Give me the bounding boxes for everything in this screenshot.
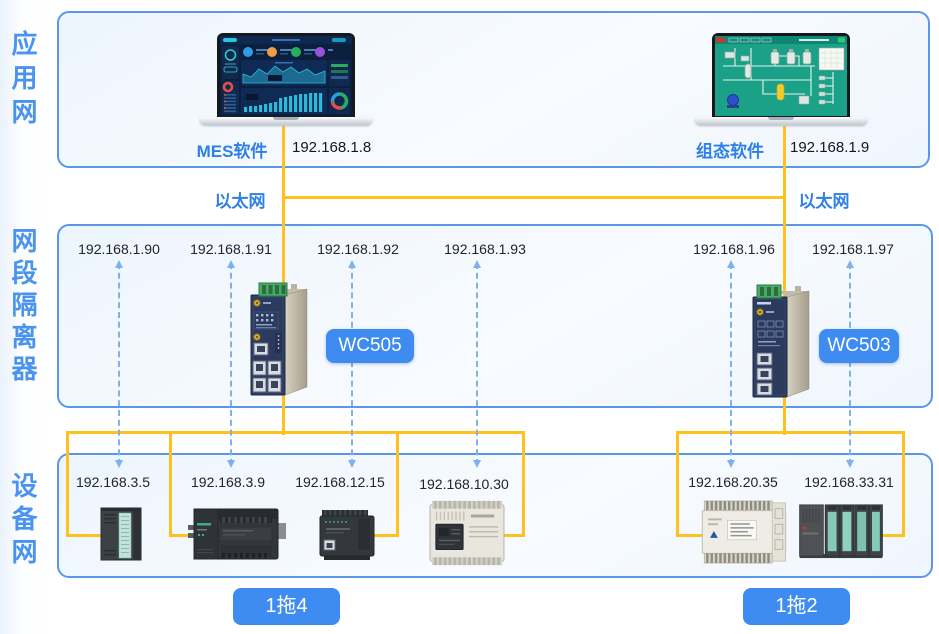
mes-laptop-base xyxy=(200,117,372,125)
scada-software-label: 组态软件 xyxy=(686,137,774,162)
device-ip-1: 192.168.3.5 xyxy=(55,474,171,490)
wc503-gateway-device xyxy=(745,283,815,405)
plc-device-3 xyxy=(316,506,378,562)
line-stub-left-1 xyxy=(66,534,102,537)
mes-ip: 192.168.1.8 xyxy=(292,139,371,156)
scada-laptop-base xyxy=(695,117,867,125)
line-bus-right xyxy=(676,431,905,434)
mes-laptop-screen xyxy=(217,33,355,119)
device-ip-3: 192.168.12.15 xyxy=(282,474,398,490)
plc-device-5 xyxy=(699,499,789,565)
wc505-ip-4: 192.168.1.93 xyxy=(430,241,540,257)
line-ethernet-horizontal xyxy=(282,196,786,199)
map-arrow-5 xyxy=(730,263,732,465)
section-label-device: 设备网段 xyxy=(4,458,42,584)
wc505-model-badge: WC505 xyxy=(326,329,414,363)
map-arrow-6 xyxy=(849,263,851,465)
plc-device-2 xyxy=(188,503,286,565)
line-bus-left xyxy=(66,431,525,434)
scada-laptop xyxy=(695,33,867,129)
wc503-ip-1: 192.168.1.96 xyxy=(679,241,789,257)
scada-hmi-graphic xyxy=(715,36,847,116)
mes-dashboard-graphic xyxy=(220,36,352,116)
wc505-ip-1: 192.168.1.90 xyxy=(64,241,174,257)
plc-device-1 xyxy=(99,504,147,562)
wc503-ip-2: 192.168.1.97 xyxy=(798,241,908,257)
plc-device-4 xyxy=(427,497,507,569)
line-drop-left-4 xyxy=(522,431,525,537)
map-arrow-3 xyxy=(351,263,353,465)
mes-laptop xyxy=(200,33,372,129)
device-ip-5: 192.168.20.35 xyxy=(675,474,791,490)
mes-software-label: MES软件 xyxy=(184,137,280,162)
wc505-ip-2: 192.168.1.91 xyxy=(176,241,286,257)
section-label-isolator: 网段隔离器 xyxy=(4,227,42,387)
wc505-gateway-device xyxy=(245,281,311,403)
device-ip-6: 192.168.33.31 xyxy=(791,474,907,490)
wc505-ip-3: 192.168.1.92 xyxy=(303,241,413,257)
ethernet-label-right: 以太网 xyxy=(796,187,852,212)
ethernet-label-left: 以太网 xyxy=(210,187,270,212)
device-ip-4: 192.168.10.30 xyxy=(406,476,522,492)
scada-laptop-screen xyxy=(712,33,850,119)
map-arrow-4 xyxy=(476,263,478,465)
device-ip-2: 192.168.3.9 xyxy=(170,474,286,490)
wc503-model-badge: WC503 xyxy=(819,329,899,363)
map-arrow-1 xyxy=(118,263,120,465)
ratio-badge-right: 1拖2 xyxy=(743,588,850,625)
section-label-application: 应用网段 xyxy=(4,15,42,147)
map-arrow-2 xyxy=(230,263,232,465)
scada-ip: 192.168.1.9 xyxy=(790,139,869,156)
ratio-badge-left: 1拖4 xyxy=(233,588,340,625)
plc-device-6 xyxy=(797,501,885,562)
